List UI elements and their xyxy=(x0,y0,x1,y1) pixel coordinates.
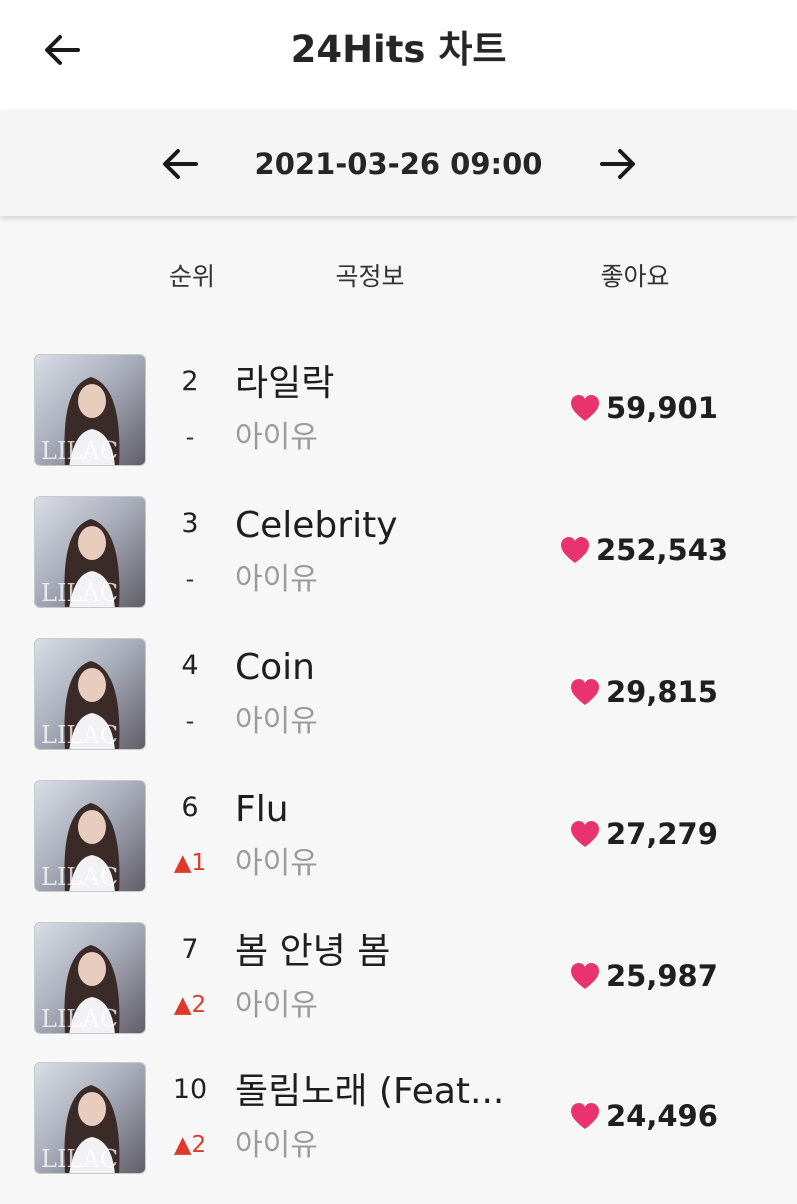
heart-icon xyxy=(570,1102,600,1130)
album-art: LILAC xyxy=(34,638,146,750)
album-art: LILAC xyxy=(34,1062,146,1174)
page-title: 24Hits 차트 xyxy=(290,28,507,71)
likes-value: 29,815 xyxy=(606,675,718,709)
song-title: Celebrity xyxy=(235,505,398,546)
chart-row[interactable]: LILAC 2 - 라일락 아이유 59,901 xyxy=(0,354,797,496)
top-app-bar: 24Hits 차트 xyxy=(0,0,797,110)
svg-text:LILAC: LILAC xyxy=(41,1145,118,1173)
rank-number: 2 xyxy=(181,366,199,397)
rank-change: ▲2 xyxy=(173,992,207,1018)
rank-number: 6 xyxy=(181,792,199,823)
likes-value: 252,543 xyxy=(596,533,729,567)
column-header-likes: 좋아요 xyxy=(600,262,670,291)
svg-text:LILAC: LILAC xyxy=(41,579,118,607)
song-title: Flu xyxy=(235,789,289,830)
chart-row[interactable]: LILAC 3 - Celebrity 아이유 252,543 xyxy=(0,496,797,638)
album-art: LILAC xyxy=(34,354,146,466)
rank-number: 3 xyxy=(181,508,199,539)
column-header-song-info: 곡정보 xyxy=(335,262,405,291)
likes-value: 59,901 xyxy=(606,391,718,425)
svg-text:LILAC: LILAC xyxy=(41,721,118,749)
heart-icon xyxy=(570,820,600,848)
rank-number: 10 xyxy=(172,1074,208,1105)
next-date-button[interactable] xyxy=(594,140,642,188)
likes-count: 29,815 xyxy=(570,672,718,712)
svg-text:LILAC: LILAC xyxy=(41,1005,118,1033)
heart-icon xyxy=(570,962,600,990)
arrow-right-icon xyxy=(600,149,635,179)
likes-count: 59,901 xyxy=(570,388,718,428)
artist-name: 아이유 xyxy=(235,420,318,455)
artist-name: 아이유 xyxy=(235,1128,318,1163)
chart-row[interactable]: LILAC 6 ▲1 Flu 아이유 27,279 xyxy=(0,780,797,922)
artist-name: 아이유 xyxy=(235,988,318,1023)
likes-value: 27,279 xyxy=(606,817,718,851)
rank-change: - xyxy=(185,423,195,451)
artist-name: 아이유 xyxy=(235,704,318,739)
heart-icon xyxy=(570,678,600,706)
heart-icon xyxy=(560,536,590,564)
likes-value: 24,496 xyxy=(606,1099,718,1133)
artist-name: 아이유 xyxy=(235,562,318,597)
svg-text:LILAC: LILAC xyxy=(41,863,118,891)
rank-number: 4 xyxy=(181,650,199,681)
arrow-left-icon xyxy=(163,149,198,179)
previous-date-button[interactable] xyxy=(156,140,204,188)
chart-row[interactable]: LILAC 10 ▲2 돌림노래 (Feat... 아이유 24,496 xyxy=(0,1062,797,1204)
album-art: LILAC xyxy=(34,496,146,608)
chart-datetime: 2021-03-26 09:00 xyxy=(254,147,543,181)
rank-change: - xyxy=(185,707,195,735)
svg-text:LILAC: LILAC xyxy=(41,437,118,465)
likes-value: 25,987 xyxy=(606,959,718,993)
likes-count: 252,543 xyxy=(560,530,728,570)
column-header-rank: 순위 xyxy=(168,262,215,291)
chart-row[interactable]: LILAC 7 ▲2 봄 안녕 봄 아이유 25,987 xyxy=(0,922,797,1064)
song-title: Coin xyxy=(235,647,315,688)
artist-name: 아이유 xyxy=(235,846,318,881)
likes-count: 25,987 xyxy=(570,956,718,996)
chart-row[interactable]: LILAC 4 - Coin 아이유 29,815 xyxy=(0,638,797,780)
album-art: LILAC xyxy=(34,922,146,1034)
likes-count: 27,279 xyxy=(570,814,718,854)
heart-icon xyxy=(570,394,600,422)
song-title: 라일락 xyxy=(235,363,335,404)
rank-change: ▲2 xyxy=(173,1132,207,1158)
rank-number: 7 xyxy=(181,934,199,965)
rank-change: - xyxy=(185,565,195,593)
likes-count: 24,496 xyxy=(570,1096,718,1136)
song-title: 봄 안녕 봄 xyxy=(235,931,391,972)
album-art: LILAC xyxy=(34,780,146,892)
date-navigator: 2021-03-26 09:00 xyxy=(0,110,797,216)
rank-change: ▲1 xyxy=(173,850,207,876)
song-title: 돌림노래 (Feat... xyxy=(235,1071,505,1112)
